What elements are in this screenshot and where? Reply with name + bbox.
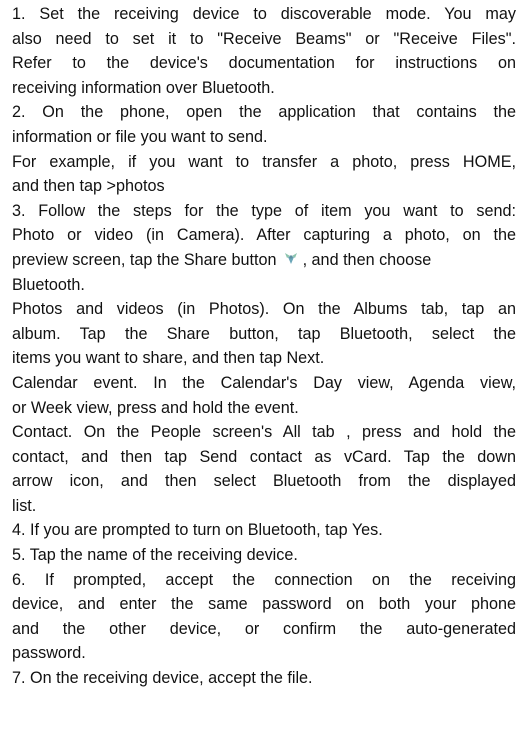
camera-line-1: Photo or video (in Camera). After captur… <box>12 226 516 245</box>
camera-line-2-start: preview screen, tap the Share button <box>12 250 277 269</box>
contact-line-1: Contact. On the People screen's All tab … <box>12 423 516 442</box>
calendar-line-2: or Week view, press and hold the event. <box>12 398 299 417</box>
photos-line-2: album. Tap the Share button, tap Bluetoo… <box>12 324 516 343</box>
camera-line-2-end: , and then choose <box>302 250 432 269</box>
contact-line-3: arrow icon, and then select Bluetooth fr… <box>12 472 516 491</box>
camera-line-3: Bluetooth. <box>12 275 85 294</box>
photos-line-1: Photos and videos (in Photos). On the Al… <box>12 300 516 319</box>
step-1-line-2: also need to set it to "Receive Beams" o… <box>12 29 516 48</box>
step-2-line-2: information or file you want to send. <box>12 127 268 146</box>
share-icon <box>283 249 299 264</box>
step-6-line-4: password. <box>12 644 86 663</box>
document-page: 1. Set the receiving device to discovera… <box>0 0 528 751</box>
step-5-line: 5. Tap the name of the receiving device. <box>12 546 298 565</box>
step-7-line: 7. On the receiving device, accept the f… <box>12 669 313 688</box>
photos-line-3: items you want to share, and then tap Ne… <box>12 349 325 368</box>
contact-line-4: list. <box>12 496 37 515</box>
step-6-line-3: and the other device, or confirm the aut… <box>12 619 516 638</box>
calendar-line-1: Calendar event. In the Calendar's Day vi… <box>12 373 516 392</box>
example-line-1: For example, if you want to transfer a p… <box>12 152 516 171</box>
step-3-line-1: 3. Follow the steps for the type of item… <box>12 201 516 220</box>
step-1-line-4: receiving information over Bluetooth. <box>12 78 275 97</box>
camera-line-2: preview screen, tap the Share button , a… <box>12 248 516 273</box>
contact-line-2: contact, and then tap Send contact as vC… <box>12 447 516 466</box>
step-4-line: 4. If you are prompted to turn on Blueto… <box>12 521 383 540</box>
step-6-line-2: device, and enter the same password on b… <box>12 595 516 614</box>
step-6-line-1: 6. If prompted, accept the connection on… <box>12 570 516 589</box>
step-1-line-1: 1. Set the receiving device to discovera… <box>12 5 516 23</box>
step-1-line-3: Refer to the device's documentation for … <box>12 54 516 73</box>
step-2-line-1: 2. On the phone, open the application th… <box>12 103 516 122</box>
example-line-2: and then tap >photos <box>12 177 165 196</box>
